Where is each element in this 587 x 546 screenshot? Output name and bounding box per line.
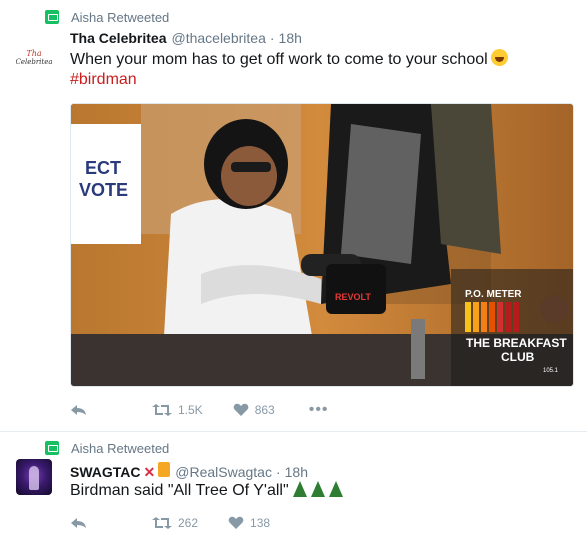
evergreen-tree-icon <box>292 481 307 497</box>
hashtag-link[interactable]: #birdman <box>70 71 137 89</box>
retweet-action-icon <box>152 404 172 416</box>
heart-icon <box>228 516 244 529</box>
tweet-photo[interactable]: ECT VOTE REVOLT P.O. METER THE BREAKFAST… <box>70 103 574 387</box>
tweet-1[interactable]: Aisha Retweeted Tha Celebritea Tha Celeb… <box>0 0 587 432</box>
retweet-context: Aisha Retweeted <box>45 439 169 457</box>
avatar-text-2: Celebritea <box>16 58 52 66</box>
heart-icon <box>233 403 249 416</box>
tweet-actions: 1.5K 863 ••• <box>70 400 329 420</box>
author-name[interactable]: SWAGTAC <box>70 464 141 480</box>
badge-line-4: 105.1 <box>543 368 559 374</box>
fuel-pump-icon <box>158 462 171 477</box>
like-count: 138 <box>250 516 271 530</box>
retweet-action-icon <box>152 517 172 529</box>
retweet-icon <box>45 10 59 24</box>
badge-line-2: THE BREAKFAST <box>466 336 567 350</box>
like-button[interactable]: 138 <box>228 516 270 530</box>
tweet-header: Tha Celebritea @thacelebritea · 18h <box>70 30 302 46</box>
retweeted-by-label: Aisha Retweeted <box>71 440 170 456</box>
badge-title: P.O. METER <box>465 289 522 300</box>
separator: · <box>269 30 275 46</box>
tweet-text: When your mom has to get off work to com… <box>70 49 508 70</box>
reply-icon <box>71 518 86 528</box>
author-name[interactable]: Tha Celebritea <box>70 30 166 46</box>
cross-mark-icon: ✕ <box>143 464 156 480</box>
avatar[interactable]: Tha Celebritea <box>16 40 52 76</box>
reply-button[interactable] <box>70 516 88 530</box>
retweeted-by-label: Aisha Retweeted <box>71 9 170 25</box>
retweet-button[interactable]: 1.5K <box>152 403 203 417</box>
tweet-2[interactable]: Aisha Retweeted SWAGTAC ✕ @RealSwagtac ·… <box>0 433 587 546</box>
timestamp[interactable]: 18h <box>285 464 308 480</box>
tweet-text: Birdman said "All Tree Of Y'all" <box>70 480 343 501</box>
retweet-button[interactable]: 262 <box>152 516 198 530</box>
mic-label: REVOLT <box>335 292 371 302</box>
like-count: 863 <box>254 403 275 417</box>
avatar-figure <box>29 466 39 490</box>
sign-text-2: VOTE <box>79 180 128 200</box>
evergreen-tree-icon <box>310 481 325 497</box>
retweet-icon <box>45 441 59 455</box>
reply-icon <box>71 405 86 415</box>
separator: · <box>275 464 281 480</box>
like-button[interactable]: 863 <box>233 403 275 417</box>
avatar[interactable] <box>16 459 52 495</box>
sign-text-1: ECT <box>85 158 121 178</box>
microphone <box>326 264 386 314</box>
timestamp[interactable]: 18h <box>279 30 302 46</box>
more-button[interactable]: ••• <box>308 401 329 418</box>
badge-line-3: CLUB <box>501 350 535 364</box>
tweet-text-body: Birdman said "All Tree Of Y'all" <box>70 482 289 499</box>
tweet-header: SWAGTAC ✕ @RealSwagtac · 18h <box>70 462 308 481</box>
photo-scene: ECT VOTE REVOLT P.O. METER THE BREAKFAST… <box>71 104 573 386</box>
evergreen-tree-icon <box>328 481 343 497</box>
author-handle[interactable]: @RealSwagtac <box>175 464 272 480</box>
retweet-count: 262 <box>178 516 199 530</box>
tweet-text-body: When your mom has to get off work to com… <box>70 51 488 68</box>
more-icon: ••• <box>308 401 329 418</box>
reply-button[interactable] <box>70 403 88 417</box>
retweet-count: 1.5K <box>178 403 203 417</box>
author-handle[interactable]: @thacelebritea <box>171 30 265 46</box>
tweet-actions: 262 138 <box>70 513 270 533</box>
avatar-text-1: Tha <box>26 49 42 58</box>
retweet-context: Aisha Retweeted <box>45 8 169 26</box>
laughing-emoji-icon <box>490 49 508 66</box>
